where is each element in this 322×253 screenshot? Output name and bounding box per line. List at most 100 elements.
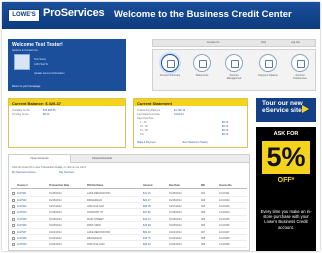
- row-checkbox[interactable]: [12, 204, 15, 208]
- table-row[interactable]: 1147907 01/21/2014 LAKE RENOVATION $62.30 01…: [11, 229, 247, 235]
- table-cell: 14-00102: [219, 198, 230, 202]
- column-header[interactable]: Transaction Date: [49, 184, 69, 187]
- tab-closed-accounts[interactable]: Closed Accounts: [71, 155, 133, 163]
- tile-account-summary[interactable]: Account Summary: [159, 54, 181, 77]
- tab-contact-us[interactable]: Contact Us: [207, 41, 219, 44]
- table-row[interactable]: 1147901 01/15/2014 LAKE RENOVATION $11.19 01…: [11, 191, 247, 197]
- service-tiles: Account Summary Statements Account Manag…: [152, 49, 316, 91]
- row-checkbox[interactable]: [12, 192, 15, 196]
- table-cell[interactable]: 1147908: [17, 237, 27, 240]
- row-checkbox[interactable]: [12, 236, 15, 240]
- statement-row-value: $0.00: [222, 133, 229, 136]
- lowes-logo[interactable]: LOWE'S: [8, 9, 40, 22]
- table-cell[interactable]: $23.47: [143, 199, 151, 202]
- table-cell: 14-00101: [219, 192, 230, 196]
- selected-invoices-link[interactable]: My Selected Invoices: [12, 171, 36, 174]
- ask-for-text: ASK FOR: [273, 131, 299, 137]
- table-cell: 01/17/2014: [49, 204, 62, 208]
- payment-icon: [259, 54, 277, 72]
- table-row[interactable]: 1147903 01/17/2014 JOB 2014-0117 $56.05 01/1…: [11, 204, 247, 210]
- table-cell: 01/20/2014: [49, 224, 62, 228]
- gear-icon: [225, 54, 243, 72]
- tile-label: Statements: [195, 74, 209, 77]
- tour-line-2: eService site!: [262, 107, 304, 114]
- table-row[interactable]: 1147902 01/16/2014 RIDGEFIELD $23.47 01/16/2…: [11, 197, 247, 203]
- statement-history-link[interactable]: View Statement History: [182, 141, 208, 144]
- tab-open-accounts[interactable]: Open Accounts: [9, 155, 71, 163]
- table-cell: JOB 2014-0117: [87, 204, 105, 208]
- table-cell: 14-00106: [219, 224, 230, 228]
- table-row[interactable]: 1147905 01/19/2014 MAIN STREET $44.12 01/19/…: [11, 217, 247, 223]
- column-header[interactable]: Bill: [201, 184, 205, 187]
- statement-row-label: 61 - 90: [140, 129, 148, 132]
- table-cell[interactable]: 1147904: [17, 211, 27, 214]
- statement-row-label: Days Past Due: [137, 117, 154, 120]
- table-cell: 009: [201, 243, 206, 247]
- table-cell[interactable]: $28.40: [143, 243, 151, 246]
- table-cell: 006: [201, 224, 206, 228]
- statement-row-value: $0.00: [222, 121, 229, 124]
- table-cell[interactable]: $62.30: [143, 231, 151, 234]
- row-checkbox[interactable]: [12, 198, 15, 202]
- table-cell: PARK VIEW: [87, 224, 101, 228]
- tile-label: Account Summary: [159, 74, 181, 77]
- table-cell[interactable]: 1147902: [17, 199, 27, 202]
- table-cell[interactable]: 1147905: [17, 218, 27, 221]
- row-checkbox[interactable]: [12, 230, 15, 234]
- tile-account-preferences[interactable]: Account Preferences: [289, 54, 311, 80]
- row-checkbox[interactable]: [12, 224, 15, 228]
- discount-ad[interactable]: ASK FOR 5% OFF* Every time you make an i…: [256, 127, 316, 251]
- make-payment-link[interactable]: Make a Payment: [137, 141, 156, 144]
- table-cell: LAKE RENOVATION: [87, 230, 111, 234]
- tab-log-out[interactable]: Log Out: [291, 41, 300, 44]
- table-cell: 01/17/2014: [169, 204, 182, 208]
- column-header[interactable]: Invoice No.: [219, 184, 232, 187]
- column-header[interactable]: PO/Job Name: [87, 184, 103, 187]
- table-row[interactable]: 1147904 01/18/2014 OAKMONT ST $37.80 01/18/2…: [11, 210, 247, 216]
- table-row[interactable]: 1147908 01/22/2014 RIDGEFIELD $15.75 01/22/2…: [11, 236, 247, 242]
- table-row[interactable]: 1147906 01/20/2014 PARK VIEW $19.99 01/20/20…: [11, 223, 247, 229]
- column-header[interactable]: Amount: [143, 184, 152, 187]
- table-cell[interactable]: $19.99: [143, 224, 151, 227]
- table-cell: 01/19/2014: [49, 217, 62, 221]
- table-cell: 004: [201, 211, 206, 215]
- table-cell[interactable]: $56.05: [143, 205, 151, 208]
- summary-icon: [161, 54, 179, 72]
- statement-title: Current Statement: [134, 99, 247, 106]
- pay-selected-link[interactable]: Pay Selected: [59, 171, 74, 174]
- eservice-tour-banner[interactable]: Tour our new eService site!: [256, 98, 316, 122]
- welcome-line: Test Tester: [34, 58, 47, 61]
- tile-account-management[interactable]: Account Management: [223, 54, 245, 80]
- tile-payment-options[interactable]: Payment Options: [257, 54, 279, 77]
- table-cell: 01/21/2014: [49, 230, 62, 234]
- tile-statements[interactable]: Statements: [191, 54, 213, 77]
- welcome-line[interactable]: Address & Contact Info: [12, 49, 38, 52]
- tab-faq[interactable]: FAQ: [261, 41, 266, 44]
- welcome-line[interactable]: Update account information: [34, 72, 65, 75]
- statement-row-label: 31 - 60: [140, 125, 148, 128]
- table-cell[interactable]: $15.75: [143, 237, 151, 240]
- table-cell: 01/23/2014: [169, 243, 182, 247]
- table-cell[interactable]: 1147901: [17, 192, 27, 195]
- table-cell[interactable]: $11.19: [143, 192, 150, 195]
- discount-off: OFF*: [277, 177, 295, 184]
- table-cell: 01/20/2014: [169, 224, 182, 228]
- table-cell[interactable]: $44.12: [143, 218, 151, 221]
- table-row[interactable]: 1147909 01/23/2014 JOB 2014-0123 $28.40 01/2…: [11, 242, 247, 248]
- column-header[interactable]: Invoice #: [17, 184, 28, 187]
- table-cell[interactable]: 1147906: [17, 224, 27, 227]
- column-header[interactable]: Due Date: [169, 184, 180, 187]
- table-cell: 005: [201, 217, 206, 221]
- row-checkbox[interactable]: [12, 243, 15, 247]
- available-credit-label: Available Credit: [12, 109, 30, 112]
- table-cell: 01/22/2014: [169, 236, 182, 240]
- table-cell: 01/21/2014: [169, 230, 182, 234]
- table-cell[interactable]: 1147909: [17, 243, 27, 246]
- row-checkbox[interactable]: [12, 217, 15, 221]
- row-checkbox[interactable]: [12, 211, 15, 215]
- table-cell[interactable]: $37.80: [143, 211, 151, 214]
- table-cell[interactable]: 1147907: [17, 231, 27, 234]
- table-cell[interactable]: 1147903: [17, 205, 27, 208]
- tour-text: Tour our new eService site!: [262, 100, 304, 114]
- return-home-link[interactable]: Return to your homepage: [12, 85, 40, 88]
